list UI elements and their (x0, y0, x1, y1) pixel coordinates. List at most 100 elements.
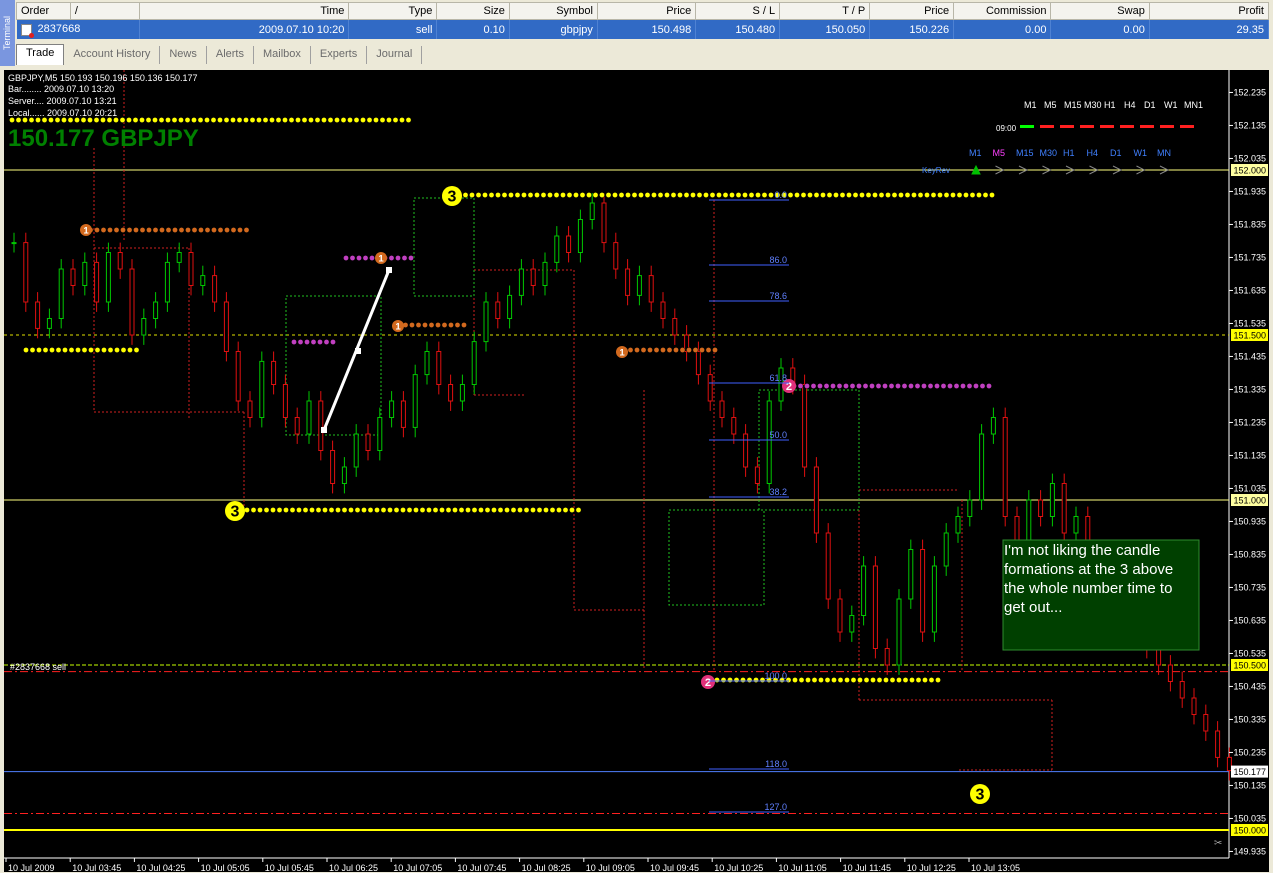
indicator-dot (857, 677, 863, 683)
col-current-price[interactable]: Price (869, 2, 955, 20)
indicator-dot (798, 677, 805, 683)
commission-cell: 0.00 (953, 19, 1052, 39)
candle-body (46, 318, 52, 329)
col-order[interactable]: Order (16, 2, 71, 20)
indicator-dot (127, 347, 133, 353)
indicator-dot (107, 227, 113, 233)
trendline-handle-mid[interactable] (355, 348, 361, 354)
indicator-dot (217, 227, 224, 233)
price-axis-label: 151.235 (1233, 417, 1266, 427)
indicator-dot (504, 507, 510, 513)
indicator-dot (409, 322, 415, 328)
price-axis-label: 150.235 (1233, 747, 1266, 757)
price-tag-label: 151.000 (1233, 496, 1266, 506)
tab-account-history[interactable]: Account History (64, 46, 161, 64)
tab-journal[interactable]: Journal (367, 46, 423, 64)
indicator-dot (184, 117, 191, 123)
indicator-dot (132, 117, 139, 123)
col-swap[interactable]: Swap (1050, 2, 1150, 20)
timeframe-row-label: H1 (1063, 148, 1075, 158)
time-axis-label: 10 Jul 11:45 (843, 863, 891, 872)
price-axis-label: 151.335 (1233, 384, 1266, 394)
candle-body (955, 516, 961, 534)
indicator-dot (405, 117, 412, 123)
col-size[interactable]: Size (436, 2, 510, 20)
price-axis-label: 150.335 (1233, 714, 1266, 724)
col-tp[interactable]: T / P (779, 2, 871, 20)
candle-body (589, 202, 595, 220)
indicator-dot (413, 507, 419, 513)
col-symbol[interactable]: Symbol (508, 2, 598, 20)
indicator-dot (804, 383, 810, 389)
col-commission[interactable]: Commission (953, 2, 1052, 20)
candle-body (931, 565, 937, 633)
indicator-dot (807, 192, 813, 198)
indicator-dot (107, 347, 114, 353)
tab-experts[interactable]: Experts (311, 46, 368, 64)
indicator-dot (243, 227, 250, 233)
indicator-dot (508, 192, 514, 198)
scissors-icon[interactable]: ✂ (1214, 838, 1222, 849)
indicator-dot (956, 192, 963, 198)
col-profit[interactable]: Profit (1148, 2, 1270, 20)
symbol-cell: gbpjpy (509, 19, 598, 39)
indicator-dot (340, 117, 347, 123)
indicator-dot (334, 117, 340, 123)
col-sort[interactable]: / (69, 2, 141, 20)
indicator-dot (399, 117, 405, 123)
trendline-handle-end[interactable] (386, 267, 392, 273)
indicator-dot (940, 383, 947, 389)
candle-body (731, 417, 737, 435)
indicator-dot (982, 192, 989, 198)
tab-alerts[interactable]: Alerts (207, 46, 254, 64)
indicator-dot (973, 383, 979, 389)
indicator-dot (152, 117, 158, 123)
candle-body (660, 301, 666, 319)
time-axis-label: 10 Jul 07:05 (393, 863, 442, 872)
indicator-dot (553, 192, 560, 198)
bar-time-info: Bar........ 2009.07.10 13:20 (8, 84, 114, 94)
indicator-dot (314, 117, 321, 123)
indicator-dot (543, 507, 549, 513)
price-axis-label: 152.235 (1233, 87, 1266, 97)
indicator-dot (426, 507, 432, 513)
timeframe-label: M5 (1044, 100, 1057, 110)
price-chart[interactable]: 333111122 GBPJPY,M5 150.193 150.196 150.… (4, 70, 1269, 872)
candle-body (813, 466, 819, 534)
candle-body (282, 384, 288, 418)
col-sl[interactable]: S / L (695, 2, 781, 20)
indicator-dot (48, 117, 54, 123)
indicator-dot (870, 677, 876, 683)
tab-news[interactable]: News (160, 46, 207, 64)
indicator-dot (536, 507, 543, 513)
indicator-dot (87, 117, 93, 123)
indicator-dot (699, 347, 705, 353)
tab-trade[interactable]: Trade (16, 44, 65, 65)
indicator-dot (152, 227, 159, 233)
pattern-marker-label: 3 (976, 787, 985, 804)
indicator-dot (54, 117, 61, 123)
col-time[interactable]: Time (139, 2, 350, 20)
timeframe-label: M30 (1084, 100, 1102, 110)
indicator-dot (401, 255, 408, 261)
timeframe-time-label: 09:00 (996, 124, 1017, 133)
col-price[interactable]: Price (596, 2, 697, 20)
price-axis-label: 150.735 (1233, 582, 1266, 592)
time-axis-label: 10 Jul 08:25 (522, 863, 571, 872)
indicator-dot (839, 192, 846, 198)
table-row[interactable]: 2837668 2009.07.10 10:20 sell 0.10 gbpjp… (16, 19, 1270, 39)
profit-cell: 29.35 (1149, 19, 1270, 39)
candle-body (554, 235, 560, 263)
indicator-dot (126, 117, 132, 123)
trendline-handle-start[interactable] (321, 427, 327, 433)
fib-level-label: 50.0 (769, 430, 787, 440)
indicator-dot (49, 347, 55, 353)
big-price-label: 150.177 GBPJPY (8, 125, 199, 152)
indicator-dot (727, 677, 733, 683)
candle-body (943, 532, 949, 567)
price-axis-label: 150.935 (1233, 516, 1266, 526)
tab-mailbox[interactable]: Mailbox (254, 46, 311, 64)
candle-body (176, 252, 182, 263)
indicator-dot (692, 347, 699, 353)
col-type[interactable]: Type (348, 2, 438, 20)
